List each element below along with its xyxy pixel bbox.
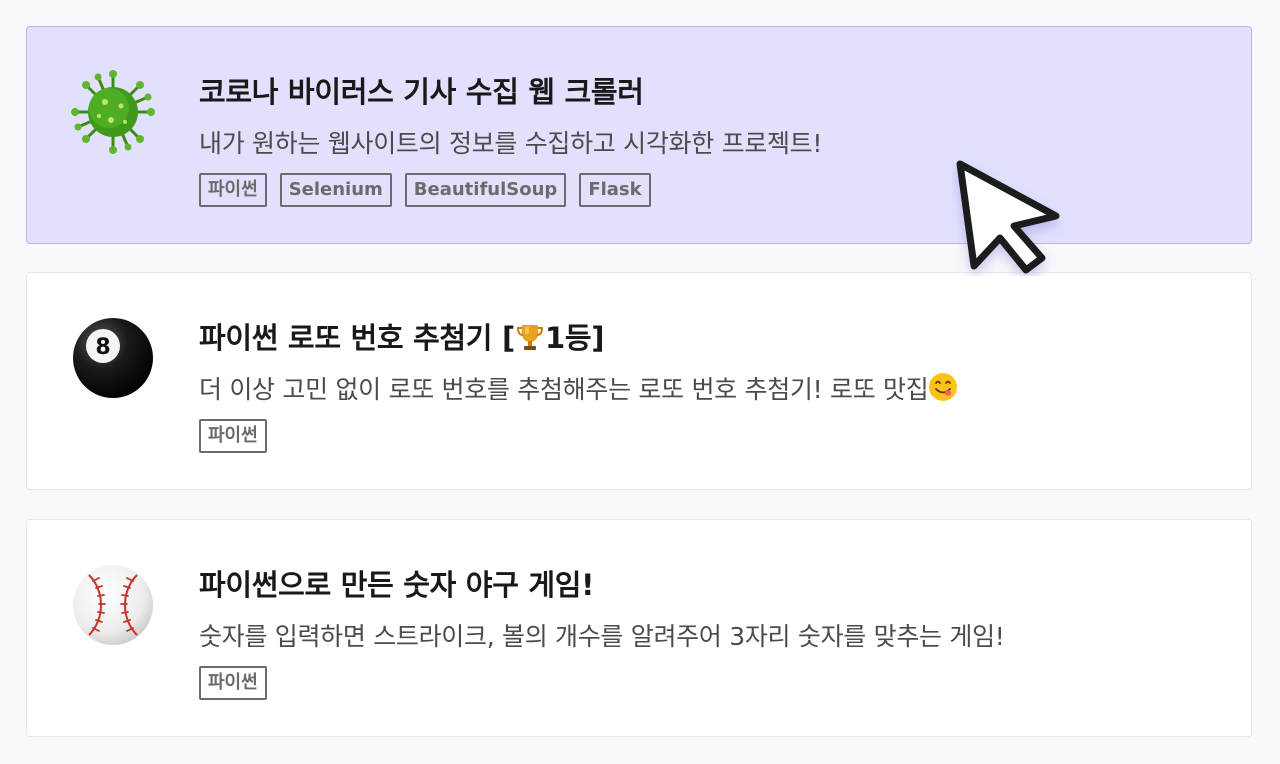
project-description: 더 이상 고민 없이 로또 번호를 추첨해주는 로또 번호 추첨기! 로또 맛집	[199, 370, 958, 408]
mouse-pointer-icon	[952, 158, 1064, 276]
project-card-lotto[interactable]: 8 파이썬 로또 번호 추첨기 [ 1등] 더 이상 고민 없이 로또 번호를 …	[26, 272, 1252, 490]
project-description: 숫자를 입력하면 스트라이크, 볼의 개수를 알려주어 3자리 숫자를 맞추는 …	[199, 622, 1005, 651]
eight-ball-icon: 8	[71, 316, 155, 400]
yum-face-icon	[928, 372, 958, 408]
tag-beautifulsoup: BeautifulSoup	[404, 173, 567, 207]
tag-python: 파이썬	[199, 419, 267, 453]
tag-list: 파이썬	[199, 666, 267, 700]
project-card-corona-crawler[interactable]: 코로나 바이러스 기사 수집 웹 크롤러 내가 원하는 웹사이트의 정보를 수집…	[26, 26, 1252, 244]
tag-flask: Flask	[579, 173, 651, 207]
tag-selenium: Selenium	[279, 173, 392, 207]
project-card-number-baseball[interactable]: 파이썬으로 만든 숫자 야구 게임! 숫자를 입력하면 스트라이크, 볼의 개수…	[26, 519, 1252, 737]
project-title: 코로나 바이러스 기사 수집 웹 크롤러	[199, 75, 644, 109]
virus-icon	[71, 70, 155, 154]
tag-list: 파이썬 Selenium BeautifulSoup Flask	[199, 173, 651, 207]
baseball-icon	[71, 563, 155, 647]
project-description-text: 더 이상 고민 없이 로또 번호를 추첨해주는 로또 번호 추첨기! 로또 맛집	[199, 375, 929, 404]
svg-text:8: 8	[95, 335, 110, 360]
trophy-icon	[515, 322, 545, 359]
tag-python: 파이썬	[199, 173, 267, 207]
project-title-suffix: 1등]	[544, 321, 605, 355]
project-title-prefix: 파이썬 로또 번호 추첨기 [	[199, 321, 515, 355]
project-title: 파이썬으로 만든 숫자 야구 게임!	[199, 568, 595, 602]
tag-list: 파이썬	[199, 419, 267, 453]
project-title: 파이썬 로또 번호 추첨기 [ 1등]	[199, 315, 604, 359]
tag-python: 파이썬	[199, 666, 267, 700]
project-description: 내가 원하는 웹사이트의 정보를 수집하고 시각화한 프로젝트!	[199, 129, 823, 158]
